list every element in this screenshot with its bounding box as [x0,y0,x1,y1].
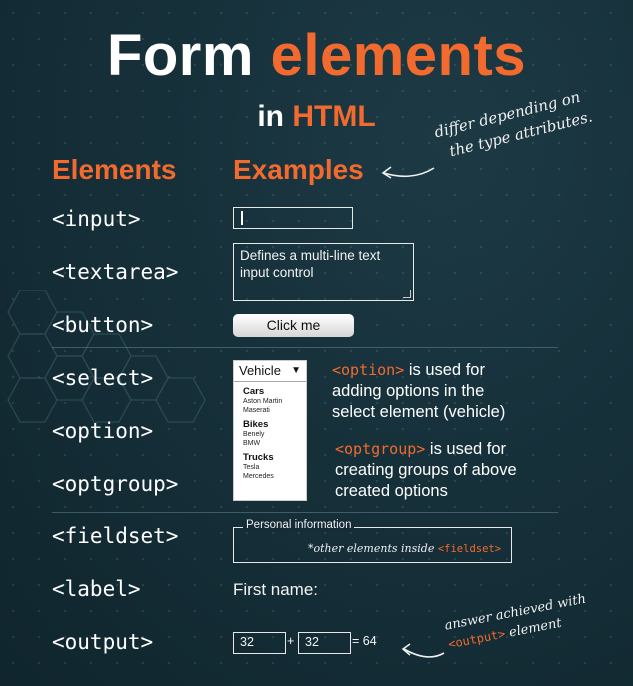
option-description: <option> is used for adding options in t… [332,360,505,423]
fieldset-note-text: *other elements inside [308,542,438,555]
column-heading-examples: Examples [233,154,364,185]
optgroup-desc-line-2: creating groups of above [335,461,517,479]
example-label: First name: [233,580,319,599]
fieldset-note-code: <fieldset> [437,543,502,555]
example-click-button[interactable]: Click me [233,314,354,337]
optgroup-description: <optgroup> is used for creating groups o… [335,439,517,502]
option-code: <option> [332,361,405,379]
option-item[interactable]: Aston Martin [234,397,306,406]
divider [52,347,558,348]
output-operator: + [287,634,295,648]
annotation-type-attributes: differ depending on the type attributes. [432,84,595,165]
select-selected-value: Vehicle [239,363,281,378]
textarea-content: Defines a multi-line text input control [240,248,381,280]
tag-optgroup: <optgroup> [52,472,179,496]
page-title: Form elements [0,22,633,89]
resize-handle-icon[interactable] [403,290,411,298]
output-input-b[interactable]: 32 [298,632,351,654]
example-select[interactable]: Vehicle ▼ Cars Aston Martin Maserati Bik… [233,360,307,501]
optgroup-label: Trucks [243,452,274,463]
fieldset-note: *other elements inside <fieldset> [308,542,501,555]
output-result: = 64 [352,634,377,648]
example-textarea[interactable]: Defines a multi-line text input control [233,243,414,301]
tag-select: <select> [52,366,154,390]
subtitle-part-1: in [257,100,284,133]
tag-fieldset: <fieldset> [52,524,179,548]
option-desc-line-1: is used for [404,361,485,379]
tag-option: <option> [52,419,154,443]
annotation-output: answer achieved with <output> element [443,590,591,655]
option-desc-line-3: select element (vehicle) [332,403,506,421]
option-item[interactable]: Maserati [234,406,306,415]
option-item[interactable]: Mercedes [234,472,306,481]
arrow-left-icon [381,166,435,179]
tag-output: <output> [52,630,154,654]
optgroup-code: <optgroup> [335,440,426,458]
output-input-a[interactable]: 32 [233,632,286,654]
divider [52,512,558,513]
title-part-1: Form [106,23,254,88]
tag-textarea: <textarea> [52,260,179,284]
chevron-down-icon: ▼ [291,365,301,376]
example-fieldset: Personal information *other elements ins… [233,519,512,563]
subtitle-part-2: HTML [292,100,376,133]
column-heading-elements: Elements [52,154,177,185]
title-part-2: elements [270,23,527,88]
text-cursor [241,211,243,225]
optgroup-label: Cars [243,386,265,397]
option-item[interactable]: Benely [234,430,306,439]
example-text-input[interactable] [233,207,353,229]
tag-label: <label> [52,577,141,601]
optgroup-desc-line-1: is used for [425,440,507,458]
option-desc-line-2: adding options in the [332,382,485,400]
optgroup-label: Bikes [243,419,269,430]
option-item[interactable]: Tesla [234,463,306,472]
option-item[interactable]: BMW [234,439,306,448]
arrow-left-icon [401,643,445,658]
optgroup-desc-line-3: created options [335,482,448,500]
select-current[interactable]: Vehicle ▼ [234,361,306,382]
tag-input: <input> [52,207,141,231]
fieldset-legend: Personal information [243,519,355,531]
tag-button: <button> [52,313,154,337]
